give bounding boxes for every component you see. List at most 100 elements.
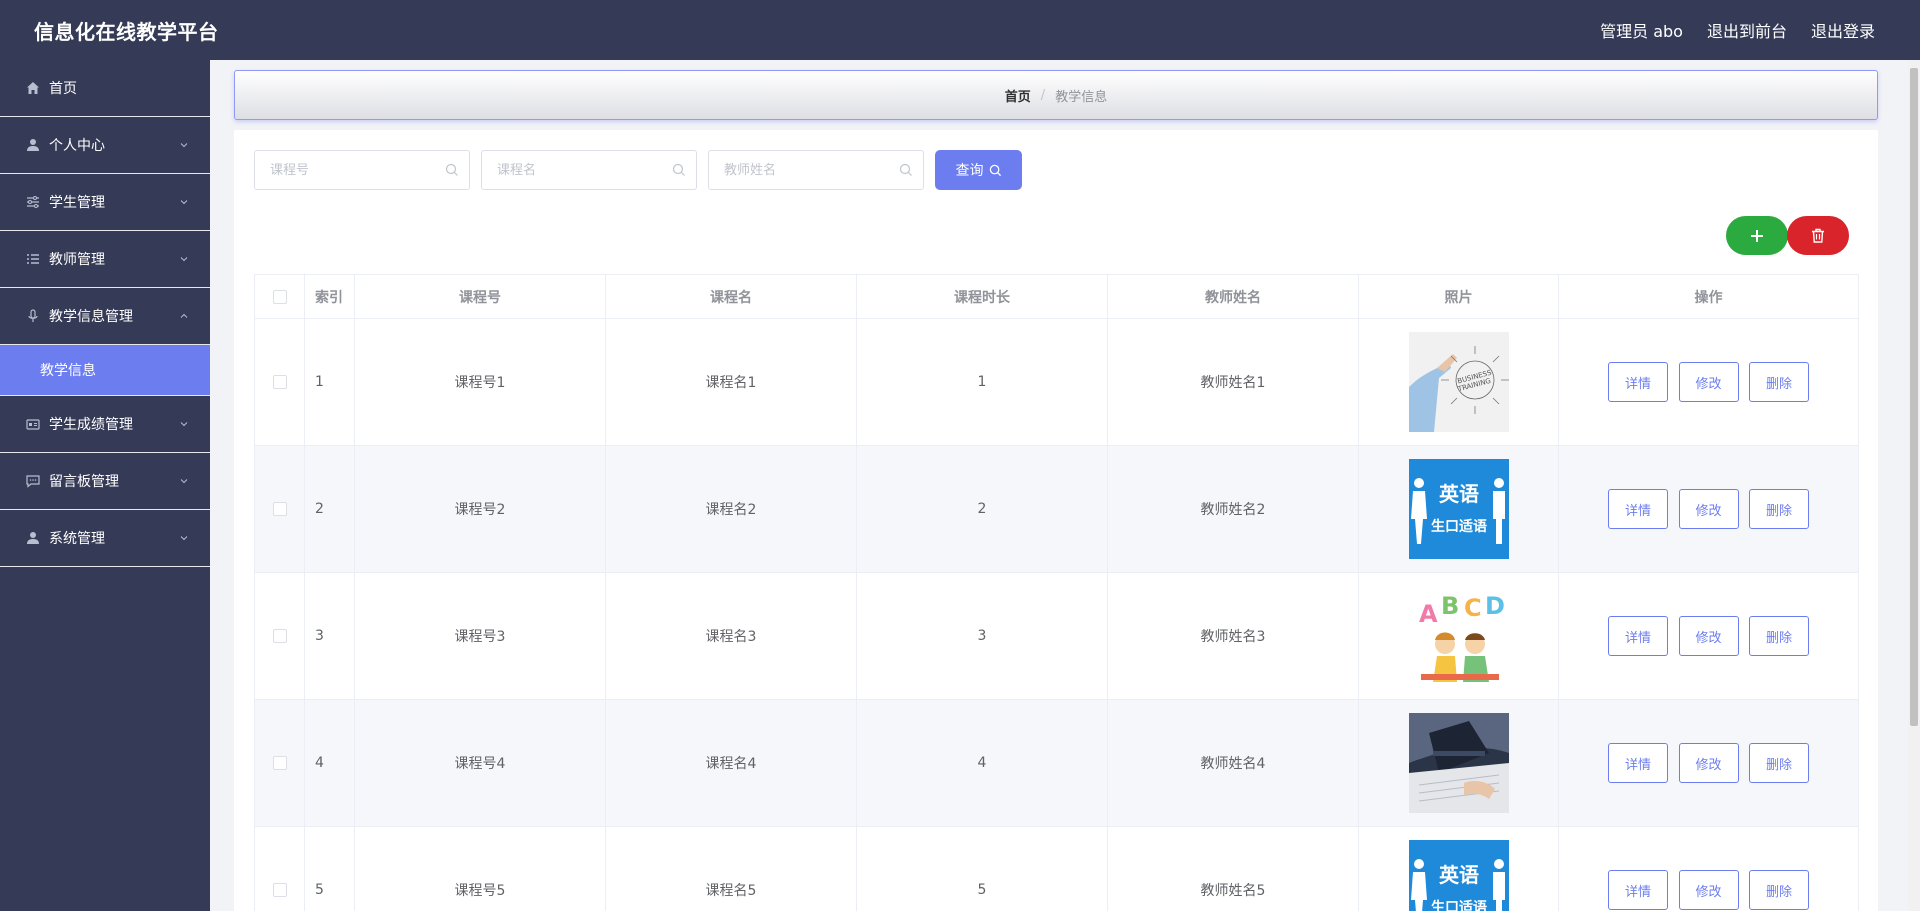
column-header: 课程名	[605, 274, 857, 319]
index-cell: 5	[304, 826, 355, 911]
delete-button[interactable]: 删除	[1748, 743, 1809, 783]
english-oral-photo: 英语 生口适语	[1408, 459, 1509, 559]
select-all-checkbox[interactable]	[272, 289, 287, 304]
sidebar-item-teaching-info-management[interactable]: 教学信息管理	[0, 288, 210, 345]
chevron-down-icon	[180, 200, 188, 205]
column-header: 索引	[304, 274, 355, 319]
course-name-input[interactable]	[482, 151, 696, 189]
search-icon	[672, 163, 685, 176]
detail-button[interactable]: 详情	[1608, 743, 1669, 783]
sidebar-item-grade-management[interactable]: 学生成绩管理	[0, 396, 210, 453]
chevron-up-icon	[180, 313, 188, 318]
course-name-cell: 课程名2	[605, 445, 857, 573]
page-scrollbar[interactable]	[1908, 60, 1920, 911]
business-training-photo: BUSINESS TRAINING	[1408, 332, 1509, 432]
microphone-icon	[25, 308, 41, 324]
column-header: 教师姓名	[1107, 274, 1359, 319]
batch-delete-button[interactable]	[1787, 216, 1849, 255]
delete-button[interactable]: 删除	[1748, 362, 1809, 402]
duration-cell: 3	[856, 572, 1108, 700]
teacher-name-field	[708, 150, 924, 190]
query-button-label: 查询	[955, 162, 984, 178]
teacher-cell: 教师姓名3	[1107, 572, 1359, 700]
delete-button[interactable]: 删除	[1748, 870, 1809, 910]
sidebar-item-label: 系统管理	[49, 531, 105, 547]
course-no-cell: 课程号5	[354, 826, 606, 911]
sidebar-item-label: 个人中心	[49, 138, 105, 154]
sidebar-subitem-teaching-info[interactable]: 教学信息	[0, 345, 210, 396]
course-no-field	[254, 150, 470, 190]
teacher-cell: 教师姓名5	[1107, 826, 1359, 911]
row-checkbox[interactable]	[272, 375, 287, 389]
actions-cell: 详情 修改 删除	[1558, 826, 1859, 911]
actions-cell: 详情 修改 删除	[1558, 699, 1859, 827]
card-icon	[25, 416, 41, 432]
actions-cell: 详情 修改 删除	[1558, 572, 1859, 700]
row-checkbox[interactable]	[272, 883, 287, 897]
index-cell: 4	[304, 699, 355, 827]
delete-button[interactable]: 删除	[1748, 489, 1809, 529]
detail-button[interactable]: 详情	[1608, 870, 1669, 910]
detail-button[interactable]: 详情	[1608, 362, 1669, 402]
course-name-cell: 课程名3	[605, 572, 857, 700]
row-checkbox[interactable]	[272, 502, 287, 516]
detail-button[interactable]: 详情	[1608, 489, 1669, 529]
search-icon	[445, 163, 458, 176]
detail-button[interactable]: 详情	[1608, 616, 1669, 656]
sidebar: 首页 个人中心 学生管理 教师管理 教学信息管理 教学信息 学生成绩管理 留言板…	[0, 60, 210, 911]
svg-text:D: D	[1485, 592, 1505, 620]
logout-link[interactable]: 退出登录	[1811, 18, 1875, 42]
breadcrumb-home[interactable]: 首页	[1005, 86, 1031, 105]
edit-button[interactable]: 修改	[1678, 362, 1739, 402]
sliders-icon	[25, 194, 41, 210]
sidebar-item-student-management[interactable]: 学生管理	[0, 174, 210, 231]
row-checkbox[interactable]	[272, 756, 287, 770]
chevron-down-icon	[180, 143, 188, 148]
add-button[interactable]	[1726, 216, 1788, 255]
query-button[interactable]: 查询	[935, 150, 1022, 190]
sidebar-item-system-management[interactable]: 系统管理	[0, 510, 210, 567]
sidebar-item-home[interactable]: 首页	[0, 60, 210, 117]
duration-cell: 5	[856, 826, 1108, 911]
course-no-cell: 课程号4	[354, 699, 606, 827]
photo-cell: A B C D	[1358, 572, 1559, 700]
table-row: 5 课程号5 课程名5 5 教师姓名5 英语 生口适语 详情 修改 删除	[254, 826, 1859, 911]
actions-cell: 详情 修改 删除	[1558, 445, 1859, 573]
delete-button[interactable]: 删除	[1748, 616, 1809, 656]
course-no-cell: 课程号2	[354, 445, 606, 573]
duration-cell: 4	[856, 699, 1108, 827]
row-checkbox[interactable]	[272, 629, 287, 643]
chevron-down-icon	[180, 479, 188, 484]
search-bar: 查询	[254, 150, 1022, 190]
photo-text-english: 英语	[1439, 482, 1479, 506]
table-row: 4 课程号4 课程名4 4 教师姓名4 详情 修改 删除	[254, 699, 1859, 827]
top-header: 信息化在线教学平台 管理员 abo 退出到前台 退出登录	[0, 0, 1920, 60]
main-area: 首页 / 教学信息 查询	[210, 60, 1920, 911]
scrollbar-thumb[interactable]	[1910, 68, 1918, 726]
chevron-down-icon	[180, 536, 188, 541]
course-no-cell: 课程号3	[354, 572, 606, 700]
sidebar-item-label: 学生管理	[49, 195, 105, 211]
sidebar-item-personal-center[interactable]: 个人中心	[0, 117, 210, 174]
breadcrumb: 首页 / 教学信息	[234, 70, 1878, 120]
teacher-name-input[interactable]	[709, 151, 923, 189]
photo-text-oral: 生口适语	[1431, 518, 1487, 535]
search-icon	[989, 164, 1001, 176]
edit-button[interactable]: 修改	[1678, 870, 1739, 910]
chevron-down-icon	[180, 257, 188, 262]
course-name-cell: 课程名4	[605, 699, 857, 827]
course-no-input[interactable]	[255, 151, 469, 189]
teaching-info-table: 索引 课程号 课程名 课程时长 教师姓名 照片 操作 1 课程号1 课程名1 1	[254, 274, 1859, 911]
photo-cell: 英语 生口适语	[1358, 445, 1559, 573]
edit-button[interactable]: 修改	[1678, 489, 1739, 529]
exit-to-front-link[interactable]: 退出到前台	[1707, 18, 1787, 42]
edit-button[interactable]: 修改	[1678, 743, 1739, 783]
sidebar-item-label: 首页	[49, 81, 77, 97]
sidebar-item-message-board[interactable]: 留言板管理	[0, 453, 210, 510]
edit-button[interactable]: 修改	[1678, 616, 1739, 656]
course-name-field	[481, 150, 697, 190]
row-select-cell	[254, 318, 305, 446]
sidebar-item-teacher-management[interactable]: 教师管理	[0, 231, 210, 288]
teacher-cell: 教师姓名1	[1107, 318, 1359, 446]
header-actions: 管理员 abo 退出到前台 退出登录	[1600, 18, 1875, 42]
